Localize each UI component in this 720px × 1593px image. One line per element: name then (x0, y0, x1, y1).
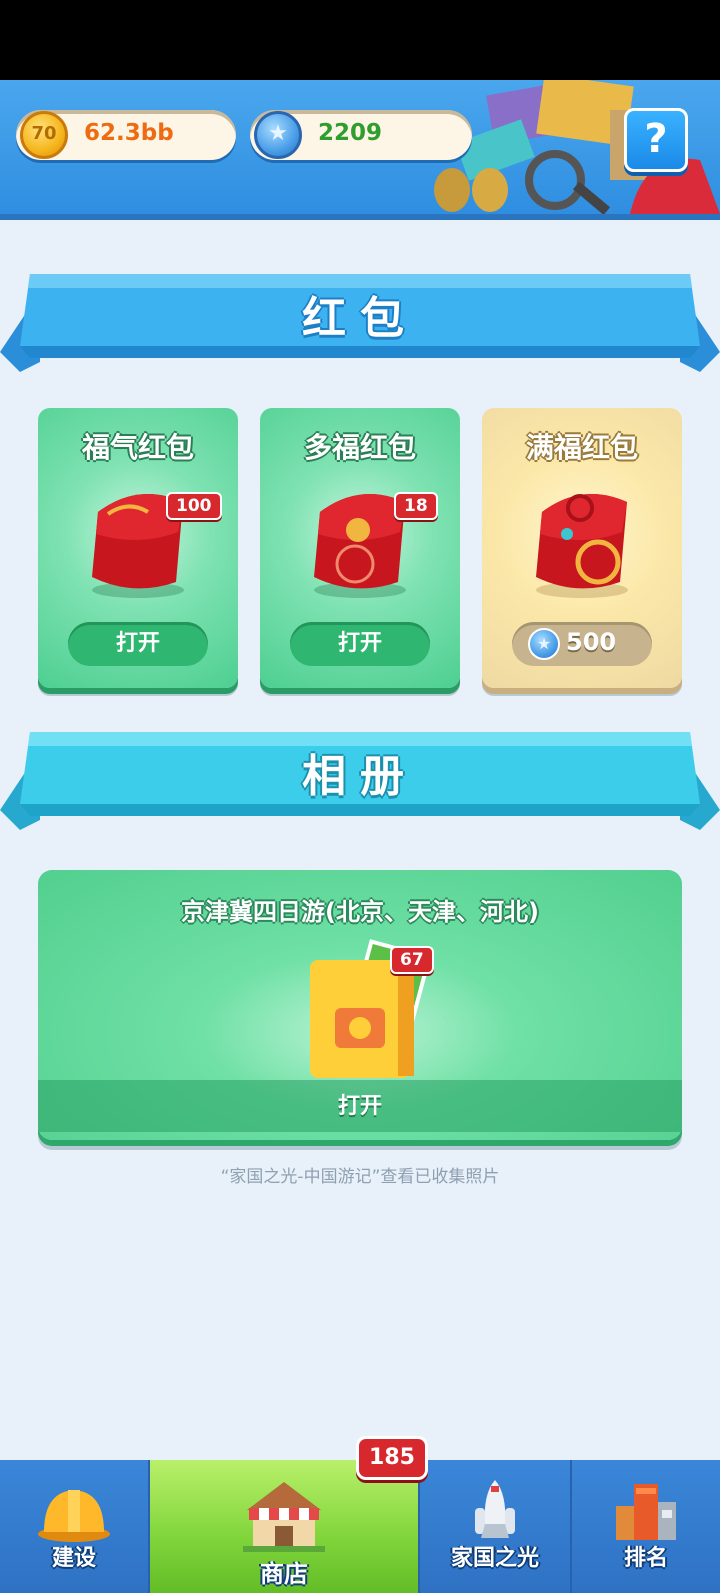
rocket-icon (475, 1480, 515, 1538)
buy-with-gems-button[interactable]: ★ 500 (512, 622, 652, 666)
album-hint-text: “家国之光-中国游记”查看已收集照片 (220, 1167, 500, 1187)
count-badge: 100 (166, 492, 222, 520)
red-packet-card-fuqi[interactable]: 福气红包 100 打开 (38, 408, 238, 688)
shop-notification-badge: 185 (356, 1436, 428, 1480)
coin-counter[interactable]: 70 62.3bb (16, 110, 236, 160)
nav-tab-national-light[interactable]: 家国之光 (420, 1460, 570, 1593)
count-badge: 18 (394, 492, 438, 520)
shop-building-icon (243, 1482, 325, 1552)
status-bar (0, 0, 720, 80)
coin-icon: 70 (20, 111, 68, 159)
section-title-red-packet: 红包 (302, 293, 418, 344)
podium-icon (616, 1484, 676, 1540)
nav-tab-build[interactable]: 建设 (0, 1460, 148, 1593)
coin-amount: 62.3bb (84, 120, 174, 146)
nav-tab-ranking[interactable]: 排名 (572, 1460, 720, 1593)
red-packet-card-manfu[interactable]: 满福红包 ★ 500 (482, 408, 682, 688)
bottom-navigation: 建设 商店 家国之光 排名 (0, 1460, 720, 1593)
gem-amount: 2209 (318, 120, 383, 146)
nav-label: 排名 (623, 1546, 668, 1571)
photo-album-card[interactable]: 京津冀四日游(北京、天津、河北) 67 打开 (38, 870, 682, 1140)
card-title: 满福红包 (525, 431, 638, 464)
open-button[interactable]: 打开 (68, 622, 208, 666)
open-button[interactable]: 打开 (290, 622, 430, 666)
open-button[interactable]: 打开 (38, 1088, 682, 1120)
section-title-album: 相册 (302, 751, 418, 802)
hard-hat-icon (38, 1490, 110, 1542)
top-bar: 70 62.3bb ★ 2209 ? (0, 80, 720, 220)
count-badge: 67 (390, 946, 434, 974)
red-envelope-knot-icon (536, 494, 628, 598)
star-gem-icon: ★ (254, 111, 302, 159)
red-packet-card-duofu[interactable]: 多福红包 18 打开 (260, 408, 460, 688)
star-gem-icon: ★ (528, 628, 560, 660)
gem-price: 500 (566, 628, 617, 656)
card-title: 多福红包 (303, 431, 416, 464)
nav-label: 建设 (51, 1546, 96, 1571)
nav-label: 家国之光 (450, 1546, 539, 1571)
help-button[interactable]: ? (624, 108, 688, 172)
nav-label: 商店 (260, 1560, 308, 1588)
card-title: 福气红包 (81, 431, 194, 464)
album-title: 京津冀四日游(北京、天津、河北) (181, 898, 539, 926)
gem-counter[interactable]: ★ 2209 (250, 110, 472, 160)
